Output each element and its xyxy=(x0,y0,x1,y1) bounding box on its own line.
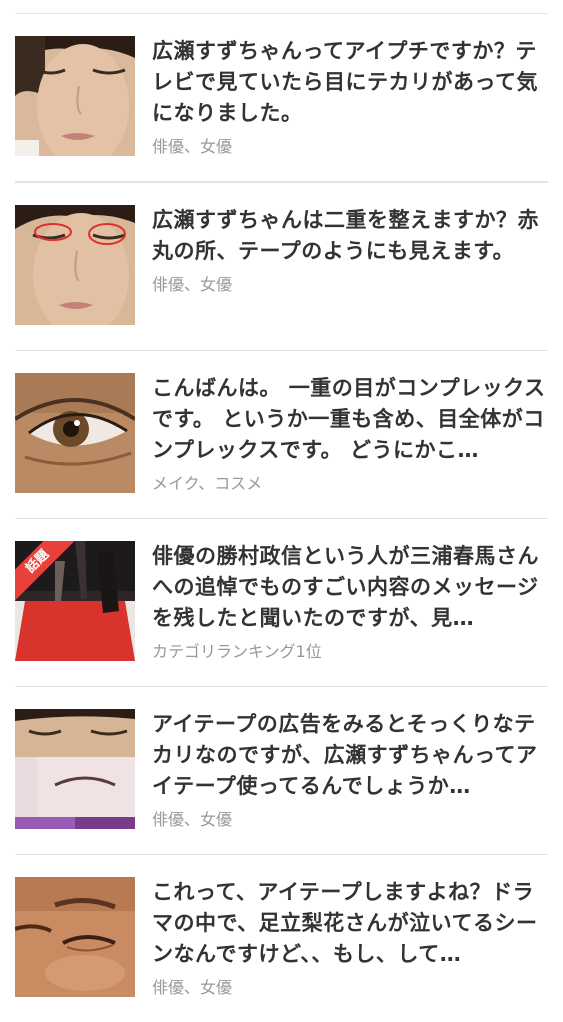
list-item[interactable]: 話題 俳優の勝村政信という人が三浦春馬さんへの追悼でものすごい内容のメッセージを… xyxy=(15,519,548,687)
list-item[interactable]: アイテープの広告をみるとそっくりなテカリなのですが、広瀬すずちゃんってアイテープ… xyxy=(15,687,548,855)
category-label: 俳優、女優 xyxy=(152,978,233,997)
list-item[interactable]: 広瀬すずちゃんってアイプチですか？テレビで見ていたら目にテカリがあって気になりま… xyxy=(15,14,548,183)
question-title: 俳優の勝村政信という人が三浦春馬さんへの追悼でものすごい内容のメッセージを残した… xyxy=(152,544,539,630)
category-label: カテゴリランキング1位 xyxy=(152,642,322,661)
face-closed-eyes-photo-icon xyxy=(15,36,135,156)
category-label: 俳優、女優 xyxy=(152,275,233,294)
thumbnail xyxy=(15,36,135,156)
category-label: 俳優、女優 xyxy=(152,137,233,156)
face-circled-eyes-photo-icon xyxy=(15,205,135,325)
thumbnail xyxy=(15,709,135,829)
question-title: こんばんは。 一重の目がコンプレックスです。 というか一重も含め、目全体がコンプ… xyxy=(152,376,546,462)
category-label: メイク、コスメ xyxy=(152,474,263,493)
thumbnail xyxy=(15,205,135,325)
eye-closeup-photo-icon xyxy=(15,373,135,493)
category-label: 俳優、女優 xyxy=(152,810,233,829)
list-item[interactable]: こんばんは。 一重の目がコンプレックスです。 というか一重も含め、目全体がコンプ… xyxy=(15,351,548,519)
thumbnail xyxy=(15,373,135,493)
list-item[interactable]: これって、アイテープしますよね？ドラマの中で、足立梨花さんが泣いてるシーンなんで… xyxy=(15,855,548,1022)
crying-face-photo-icon xyxy=(15,877,135,997)
eye-tape-ad-photo-icon xyxy=(15,709,135,829)
trending-badge: 話題 xyxy=(15,541,75,601)
question-title: アイテープの広告をみるとそっくりなテカリなのですが、広瀬すずちゃんってアイテープ… xyxy=(152,712,538,798)
thumbnail: 話題 xyxy=(15,541,135,661)
list-item[interactable]: 広瀬すずちゃんは二重を整えますか？赤丸の所、テープのようにも見えます。 俳優、女… xyxy=(15,183,548,351)
question-title: 広瀬すずちゃんは二重を整えますか？赤丸の所、テープのようにも見えます。 xyxy=(152,208,539,263)
question-title: 広瀬すずちゃんってアイプチですか？テレビで見ていたら目にテカリがあって気になりま… xyxy=(152,39,538,125)
question-list: 広瀬すずちゃんってアイプチですか？テレビで見ていたら目にテカリがあって気になりま… xyxy=(0,14,563,1022)
question-title: これって、アイテープしますよね？ドラマの中で、足立梨花さんが泣いてるシーンなんで… xyxy=(152,880,538,966)
thumbnail xyxy=(15,877,135,997)
